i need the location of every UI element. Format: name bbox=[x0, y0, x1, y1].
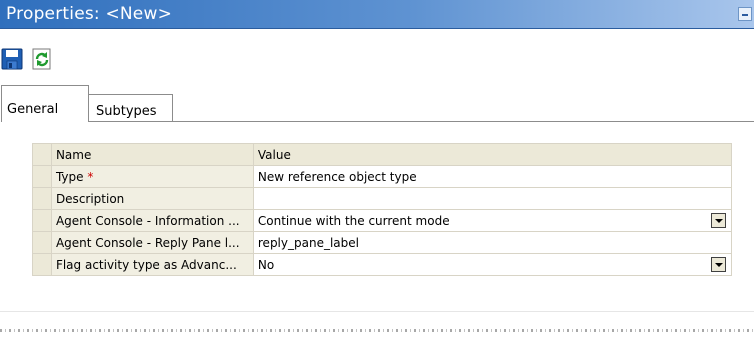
property-name-type: Type * bbox=[50, 165, 254, 188]
dropdown-arrow-icon[interactable] bbox=[711, 257, 726, 272]
property-name-agent-console-information: Agent Console - Information ... bbox=[50, 209, 254, 232]
value-column-header[interactable]: Value bbox=[252, 143, 733, 166]
dropdown-arrow-icon[interactable] bbox=[711, 213, 726, 228]
name-column-header[interactable]: Name bbox=[50, 143, 254, 166]
grid-header-row: Name Value bbox=[32, 143, 733, 166]
grid-row-agent-console-reply-pane[interactable]: Agent Console - Reply Pane l... reply_pa… bbox=[32, 231, 733, 254]
grid-row-agent-console-information[interactable]: Agent Console - Information ... Continue… bbox=[32, 209, 733, 232]
description-value-field[interactable] bbox=[252, 187, 733, 210]
tab-subtypes-label: Subtypes bbox=[96, 104, 157, 119]
property-name-label: Type bbox=[55, 169, 84, 184]
row-selector[interactable] bbox=[32, 253, 52, 276]
row-selector[interactable] bbox=[32, 209, 52, 232]
grid-row-type[interactable]: Type * New reference object type bbox=[32, 165, 733, 188]
window-title: Properties: <New> bbox=[6, 4, 173, 24]
property-name-agent-console-reply-pane: Agent Console - Reply Pane l... bbox=[50, 231, 254, 254]
tab-general[interactable]: General bbox=[1, 85, 89, 122]
title-bar: Properties: <New> bbox=[0, 0, 754, 29]
tab-divider bbox=[89, 121, 754, 122]
property-name-flag-activity-type: Flag activity type as Advanc... bbox=[50, 253, 254, 276]
truncated-bottom-strip bbox=[0, 329, 754, 332]
flag-activity-type-select[interactable]: No bbox=[252, 253, 733, 276]
row-header-corner bbox=[32, 143, 52, 166]
grid-row-description[interactable]: Description bbox=[32, 187, 733, 210]
grid-row-flag-activity-type[interactable]: Flag activity type as Advanc... No bbox=[32, 253, 733, 276]
row-selector[interactable] bbox=[32, 165, 52, 188]
save-disk-icon bbox=[1, 48, 23, 70]
refresh-icon bbox=[32, 48, 51, 70]
reply-pane-label-field[interactable]: reply_pane_label bbox=[252, 231, 733, 254]
refresh-button[interactable] bbox=[31, 48, 53, 70]
row-selector[interactable] bbox=[32, 187, 52, 210]
panel-divider bbox=[0, 311, 754, 312]
row-selector[interactable] bbox=[32, 231, 52, 254]
tab-general-label: General bbox=[7, 102, 59, 117]
required-marker: * bbox=[87, 169, 94, 184]
tab-subtypes[interactable]: Subtypes bbox=[89, 94, 173, 122]
select-value: No bbox=[257, 257, 275, 272]
type-value-field[interactable]: New reference object type bbox=[252, 165, 733, 188]
save-button[interactable] bbox=[1, 48, 23, 70]
toolbar bbox=[0, 29, 754, 81]
properties-grid: Name Value Type * New reference object t… bbox=[32, 143, 733, 276]
tab-strip: General Subtypes bbox=[0, 85, 754, 125]
agent-console-information-select[interactable]: Continue with the current mode bbox=[252, 209, 733, 232]
select-value: Continue with the current mode bbox=[257, 213, 450, 228]
minimize-button[interactable] bbox=[738, 7, 752, 21]
property-name-description: Description bbox=[50, 187, 254, 210]
